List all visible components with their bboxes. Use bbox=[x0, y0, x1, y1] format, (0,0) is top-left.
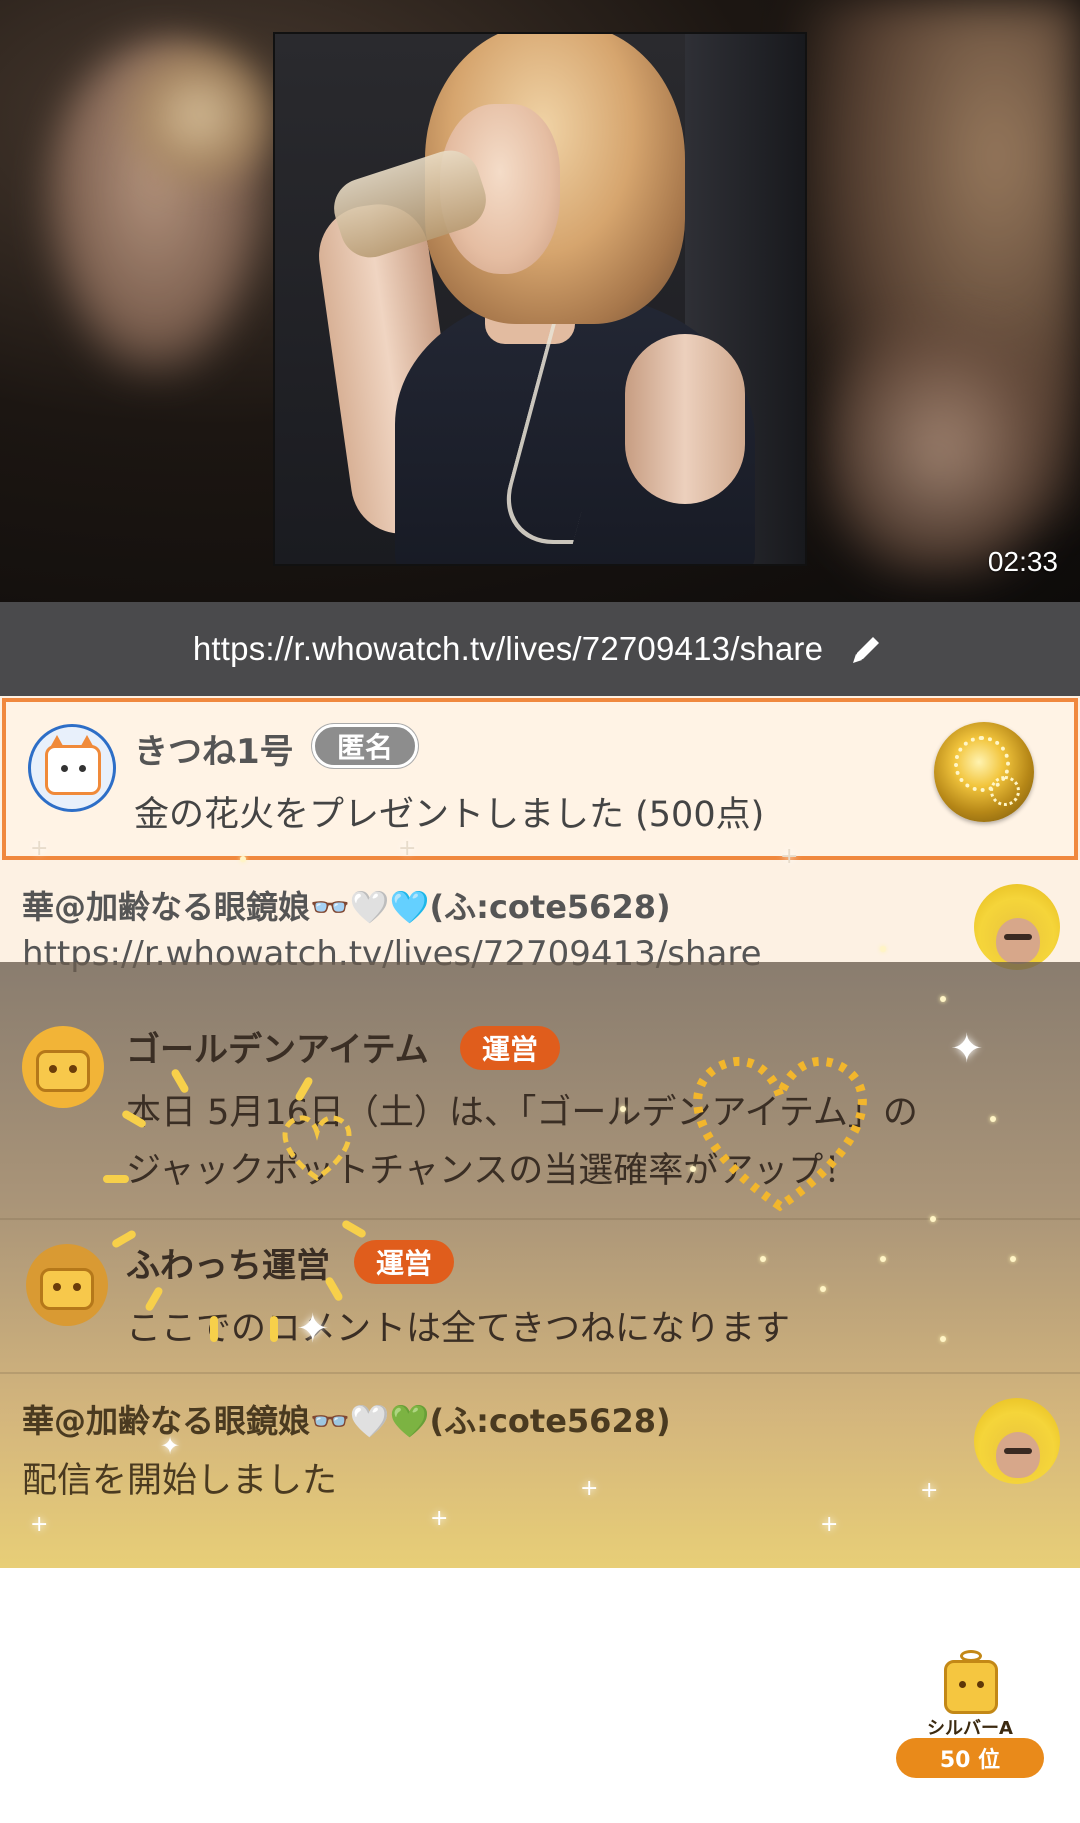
tv-mascot-icon bbox=[36, 1050, 90, 1092]
share-url-bar[interactable]: https://r.whowatch.tv/lives/72709413/sha… bbox=[0, 602, 1080, 696]
sparkle-icon: ✦ bbox=[296, 1306, 330, 1352]
staff-badge: 運営 bbox=[460, 1026, 561, 1070]
avatar[interactable] bbox=[22, 1026, 104, 1108]
divider bbox=[0, 1372, 1080, 1374]
comment-username[interactable]: ふわっち運営 bbox=[126, 1238, 330, 1287]
sparkle-icon: + bbox=[780, 844, 799, 869]
rank-position[interactable]: 50 位 bbox=[896, 1738, 1044, 1778]
sparkle-icon: + bbox=[580, 1476, 599, 1501]
avatar[interactable] bbox=[28, 724, 116, 812]
sparkle-icon: + bbox=[430, 1506, 449, 1531]
staff-badge: 運営 bbox=[354, 1240, 455, 1284]
background-blur bbox=[120, 40, 280, 190]
comment-username[interactable]: ゴールデンアイテム bbox=[126, 1022, 429, 1071]
avatar[interactable] bbox=[974, 1398, 1060, 1484]
pencil-icon[interactable] bbox=[847, 629, 887, 669]
heart-firework bbox=[693, 1056, 867, 1212]
rank-label: シルバーA bbox=[927, 1718, 1013, 1739]
stream-photo bbox=[275, 34, 805, 564]
sparkle-icon: + bbox=[920, 1478, 939, 1503]
comment-message: ここでのコメントは全てきつねになります bbox=[126, 1309, 790, 1349]
comment-username[interactable]: 華@加齢なる眼鏡娘👓🤍🩵(ふ:cote5628) bbox=[22, 882, 671, 928]
comment-list[interactable]: きつね1号 匿名 金の花火をプレゼントしました (500点) 華@加齢なる眼鏡娘… bbox=[0, 696, 1080, 1568]
sparkle-icon: + bbox=[398, 836, 417, 861]
gift-box-mascot-icon bbox=[944, 1660, 998, 1714]
avatar[interactable] bbox=[974, 884, 1060, 970]
comment-message[interactable]: https://r.whowatch.tv/lives/72709413/sha… bbox=[22, 934, 761, 974]
rank-widget[interactable]: シルバーA 50 位 bbox=[894, 1650, 1046, 1784]
stream-timer: 02:33 bbox=[987, 546, 1058, 577]
sparkle-icon: ✦ bbox=[160, 1432, 181, 1460]
video-player[interactable]: 02:33 bbox=[0, 0, 1080, 602]
sparkle-icon: + bbox=[820, 1512, 839, 1537]
fox-icon bbox=[45, 745, 101, 795]
heart-firework bbox=[282, 1115, 352, 1182]
anonymous-badge: 匿名 bbox=[312, 724, 419, 768]
gold-fireworks-icon bbox=[934, 722, 1034, 822]
comment-username[interactable]: 華@加齢なる眼鏡娘👓🤍💚(ふ:cote5628) bbox=[22, 1396, 671, 1442]
sparkle-icon: ✦ bbox=[950, 1026, 984, 1072]
share-url[interactable]: https://r.whowatch.tv/lives/72709413/sha… bbox=[193, 630, 823, 668]
sparkle-icon: + bbox=[30, 1512, 49, 1537]
comment-username[interactable]: きつね1号 bbox=[134, 724, 294, 773]
background-blur bbox=[820, 320, 1060, 580]
tv-mascot-icon bbox=[40, 1268, 94, 1310]
gift-comment: きつね1号 匿名 金の花火をプレゼントしました (500点) bbox=[2, 698, 1078, 860]
divider bbox=[0, 1218, 1080, 1220]
sparkle-icon: + bbox=[30, 836, 49, 861]
comment-message: 金の花火をプレゼントしました (500点) bbox=[134, 795, 765, 835]
avatar[interactable] bbox=[26, 1244, 108, 1326]
